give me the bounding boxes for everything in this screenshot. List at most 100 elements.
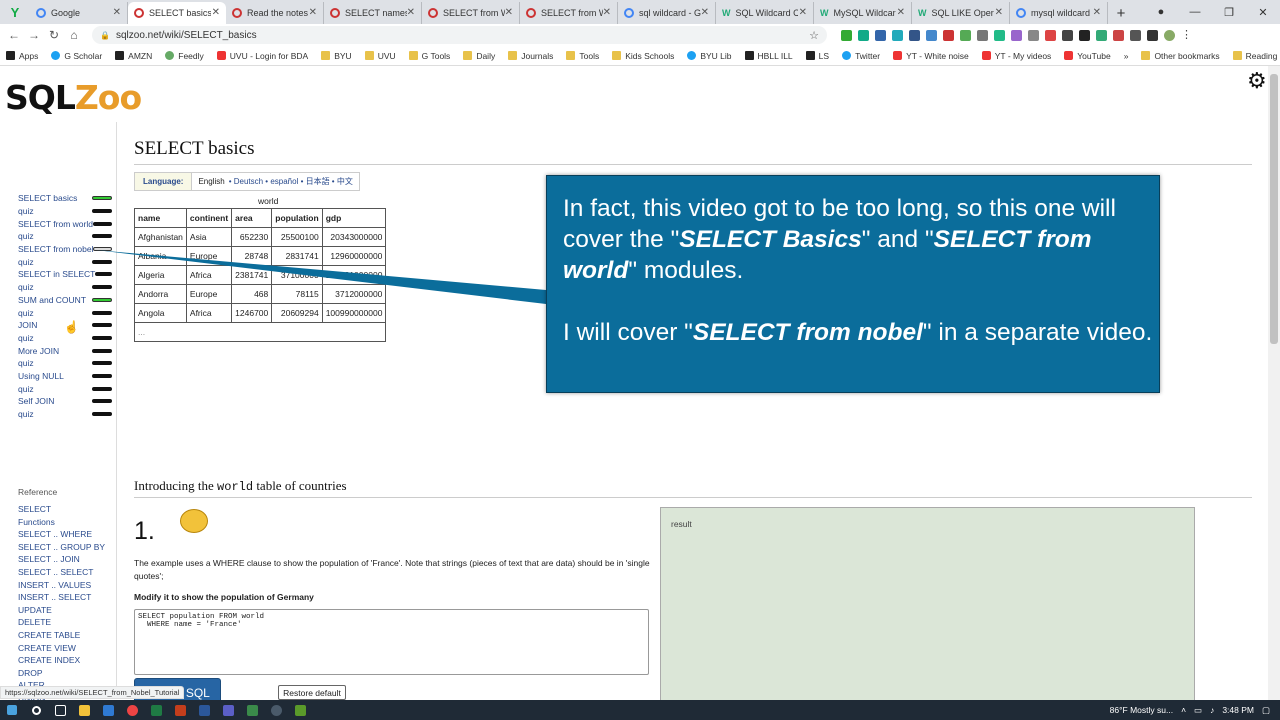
scrollbar-thumb[interactable] <box>1270 74 1278 344</box>
bookmark-item[interactable]: Tools <box>566 51 599 61</box>
bookmark-item[interactable]: HBLL ILL <box>744 51 793 61</box>
bookmark-item[interactable]: UVU - Login for BDA <box>216 51 308 61</box>
browser-tab[interactable]: SELECT names ✕ <box>324 2 422 24</box>
sidebar-item[interactable]: quiz <box>18 205 116 218</box>
close-tab-icon[interactable]: ✕ <box>309 7 317 18</box>
sidebar-item[interactable]: quiz <box>18 408 116 421</box>
page-scrollbar[interactable] <box>1268 66 1280 700</box>
recorder-icon[interactable] <box>264 700 288 720</box>
bookmark-item[interactable]: Twitter <box>842 51 880 61</box>
reference-link[interactable]: Functions <box>18 516 116 529</box>
extension-icon[interactable] <box>994 29 1005 41</box>
bookmark-star-icon[interactable]: ☆ <box>809 29 819 42</box>
clock[interactable]: 3:48 PM <box>1222 705 1254 715</box>
close-tab-icon[interactable]: ✕ <box>897 7 905 18</box>
reference-link[interactable]: SELECT .. SELECT <box>18 566 116 579</box>
browser-tab[interactable]: W SQL Wildcard C ✕ <box>716 2 814 24</box>
sidebar-item-label[interactable]: quiz <box>18 308 34 318</box>
bookmark-item[interactable]: G Scholar <box>51 51 102 61</box>
new-tab-button[interactable]: + <box>1108 2 1134 24</box>
reference-link[interactable]: SELECT .. JOIN <box>18 553 116 566</box>
y-combinator-tab-icon[interactable]: Y <box>0 0 30 24</box>
bookmark-item[interactable]: AMZN <box>115 51 152 61</box>
sidebar-item[interactable]: quiz <box>18 357 116 370</box>
sidebar-item[interactable]: More JOIN <box>18 344 116 357</box>
bookmark-item[interactable]: UVU <box>364 51 396 61</box>
app-icon[interactable] <box>288 700 312 720</box>
extension-icon[interactable] <box>892 29 903 41</box>
extension-icon[interactable] <box>1079 29 1090 41</box>
reference-link[interactable]: SELECT .. WHERE <box>18 528 116 541</box>
bookmark-item[interactable]: Kids Schools <box>612 51 674 61</box>
close-window-icon[interactable]: ✕ <box>1246 0 1280 24</box>
sidebar-item-label[interactable]: quiz <box>18 231 34 241</box>
sql-editor[interactable]: SELECT population FROM world WHERE name … <box>134 609 649 675</box>
sidebar-item-label[interactable]: SUM and COUNT <box>18 295 86 305</box>
task-view-icon[interactable] <box>48 700 72 720</box>
teams-icon[interactable] <box>216 700 240 720</box>
reload-icon[interactable]: ↻ <box>44 28 64 42</box>
sidebar-item[interactable]: Self JOIN <box>18 395 116 408</box>
network-icon[interactable]: ▭ <box>1194 705 1202 716</box>
address-bar[interactable]: 🔒 sqlzoo.net/wiki/SELECT_basics ☆ <box>92 26 827 44</box>
windows-start-icon[interactable] <box>0 700 24 720</box>
close-tab-icon[interactable]: ✕ <box>505 7 513 18</box>
home-icon[interactable]: ⌂ <box>64 28 84 42</box>
bookmark-item[interactable]: Apps <box>6 51 38 61</box>
sidebar-item-label[interactable]: More JOIN <box>18 346 59 356</box>
weather-status[interactable]: 86°F Mostly su... <box>1110 705 1173 715</box>
browser-tab[interactable]: SELECT from W ✕ <box>520 2 618 24</box>
extension-icon[interactable] <box>1028 29 1039 41</box>
reference-link[interactable]: DROP <box>18 667 116 680</box>
browser-tab[interactable]: sql wildcard - G ✕ <box>618 2 716 24</box>
bookmark-item[interactable]: Daily <box>463 51 495 61</box>
maximize-icon[interactable]: ❐ <box>1212 0 1246 24</box>
sidebar-item-label[interactable]: SELECT basics <box>18 193 77 203</box>
reference-link[interactable]: SELECT .. GROUP BY <box>18 541 116 554</box>
sidebar-item-label[interactable]: quiz <box>18 282 34 292</box>
file-explorer-icon[interactable] <box>72 700 96 720</box>
close-tab-icon[interactable]: ✕ <box>701 7 709 18</box>
bookmark-item[interactable]: YT - My videos <box>981 51 1051 61</box>
reference-link[interactable]: CREATE TABLE <box>18 629 116 642</box>
extension-icon[interactable] <box>943 29 954 41</box>
reading-list-button[interactable]: Reading list <box>1232 51 1280 61</box>
sidebar-item-label[interactable]: quiz <box>18 358 34 368</box>
reference-link[interactable]: SELECT <box>18 503 116 516</box>
bookmark-item[interactable]: Journals <box>508 51 553 61</box>
extension-icon[interactable] <box>960 29 971 41</box>
extension-icon[interactable] <box>1045 29 1056 41</box>
other-bookmarks-folder[interactable]: Other bookmarks <box>1141 51 1220 61</box>
search-icon[interactable] <box>24 700 48 720</box>
extension-icon[interactable] <box>909 29 920 41</box>
sidebar-item[interactable]: quiz <box>18 382 116 395</box>
sidebar-item-label[interactable]: quiz <box>18 333 34 343</box>
menu-icon[interactable]: ⋮ <box>1181 29 1192 41</box>
reference-link[interactable]: INSERT .. SELECT <box>18 591 116 604</box>
list-icon[interactable] <box>1147 29 1158 41</box>
chrome-icon[interactable] <box>120 700 144 720</box>
restore-default-button[interactable]: Restore default <box>278 685 346 700</box>
sidebar-item-label[interactable]: quiz <box>18 384 34 394</box>
reference-link[interactable]: UPDATE <box>18 604 116 617</box>
gear-icon[interactable]: ⚙ <box>1247 68 1267 94</box>
volume-icon[interactable]: ♪ <box>1210 705 1214 715</box>
browser-tab[interactable]: SELECT from W ✕ <box>422 2 520 24</box>
app-icon[interactable] <box>240 700 264 720</box>
bookmark-item[interactable]: Feedly <box>165 51 204 61</box>
browser-tab[interactable]: Google ✕ <box>30 2 128 24</box>
browser-tab[interactable]: Read the notes ✕ <box>226 2 324 24</box>
extension-icon[interactable] <box>977 29 988 41</box>
profile-icon[interactable]: ● <box>1144 0 1178 24</box>
close-tab-icon[interactable]: ✕ <box>603 7 611 18</box>
bookmark-item[interactable]: BYU <box>321 51 352 61</box>
sidebar-item-label[interactable]: Self JOIN <box>18 396 54 406</box>
reference-link[interactable]: CREATE VIEW <box>18 642 116 655</box>
language-options[interactable]: English • Deutsch • español • 日本語 • 中文 <box>192 173 359 190</box>
bookmark-item[interactable]: LS <box>805 51 829 61</box>
close-tab-icon[interactable]: ✕ <box>1093 7 1101 18</box>
bookmark-item[interactable]: YT - White noise <box>893 51 969 61</box>
sidebar-item[interactable]: SELECT basics <box>18 192 116 205</box>
browser-tab[interactable]: W SQL LIKE Oper ✕ <box>912 2 1010 24</box>
extension-icon[interactable] <box>1096 29 1107 41</box>
